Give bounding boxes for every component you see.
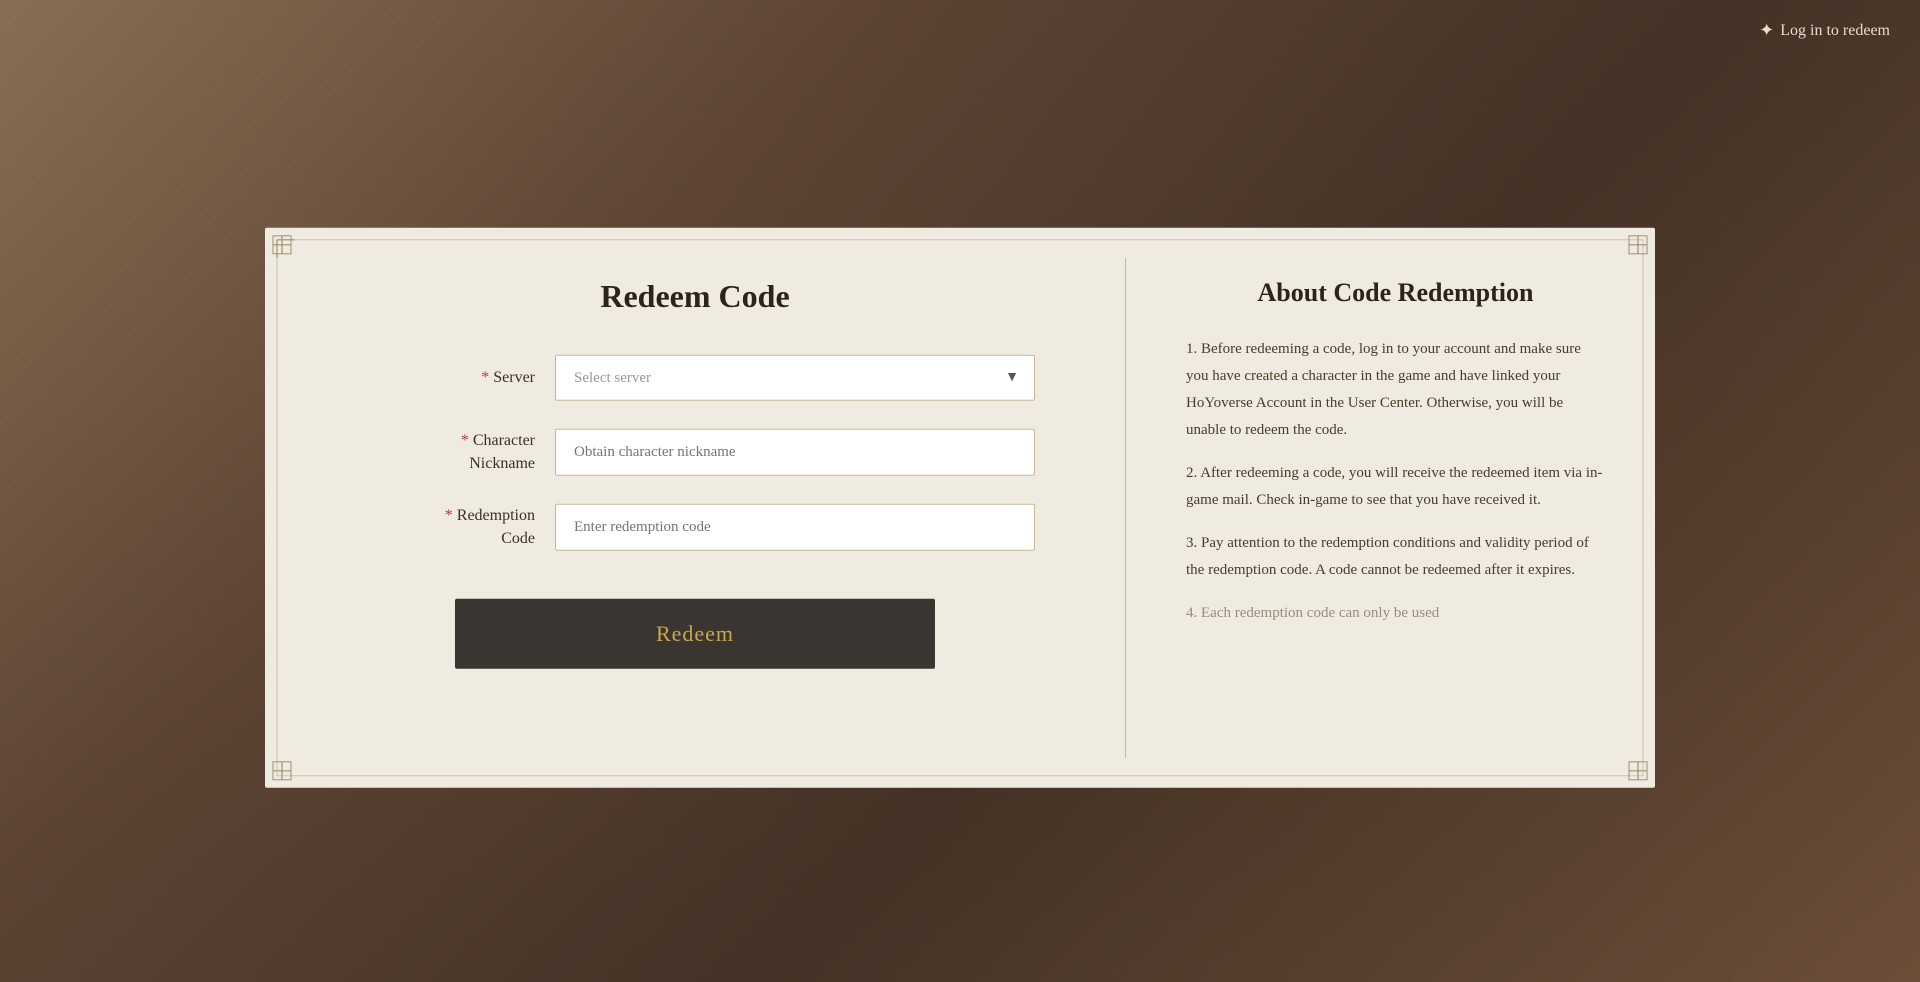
left-panel: Redeem Code *Server Select server ▼	[265, 228, 1125, 788]
redeem-button[interactable]: Redeem	[455, 599, 935, 669]
info-number-2: 2.	[1186, 465, 1197, 481]
info-text-3: Pay attention to the redemption conditio…	[1186, 535, 1589, 578]
main-card: Redeem Code *Server Select server ▼	[265, 228, 1655, 788]
redeem-button-row: Redeem	[355, 579, 1035, 669]
info-item-1: 1. Before redeeming a code, log in to yo…	[1186, 336, 1605, 444]
server-label: *Server	[355, 367, 555, 389]
info-item-3: 3. Pay attention to the redemption condi…	[1186, 530, 1605, 584]
info-number-4: 4.	[1186, 605, 1197, 621]
sparkle-icon: ✦	[1759, 20, 1774, 41]
redemption-code-row: *RedemptionCode	[355, 504, 1035, 551]
nickname-label-text: CharacterNickname	[469, 432, 535, 471]
code-label-text: RedemptionCode	[457, 507, 535, 546]
server-select[interactable]: Select server	[555, 355, 1035, 401]
redemption-code-input[interactable]	[555, 504, 1035, 551]
character-nickname-row: *CharacterNickname	[355, 429, 1035, 476]
page-wrapper: ✦ Log in to redeem	[0, 0, 1920, 982]
info-item-4: 4. Each redemption code can only be used	[1186, 600, 1605, 627]
code-input-wrapper	[555, 504, 1035, 551]
server-input-wrapper: Select server ▼	[555, 355, 1035, 401]
server-required-star: *	[481, 369, 489, 386]
login-label: Log in to redeem	[1780, 22, 1890, 40]
character-nickname-label: *CharacterNickname	[355, 430, 555, 475]
info-number-1: 1.	[1186, 341, 1197, 357]
info-text-1: Before redeeming a code, log in to your …	[1186, 341, 1581, 438]
right-panel-content: 1. Before redeeming a code, log in to yo…	[1186, 336, 1605, 627]
nickname-input-wrapper	[555, 429, 1035, 476]
server-row: *Server Select server ▼	[355, 355, 1035, 401]
info-text-2: After redeeming a code, you will receive…	[1186, 465, 1603, 508]
form-title: Redeem Code	[600, 278, 789, 315]
code-required-star: *	[445, 507, 453, 524]
right-panel-title: About Code Redemption	[1186, 278, 1605, 308]
redemption-code-label: *RedemptionCode	[355, 505, 555, 550]
info-item-2: 2. After redeeming a code, you will rece…	[1186, 460, 1605, 514]
character-nickname-input[interactable]	[555, 429, 1035, 476]
right-panel: About Code Redemption 1. Before redeemin…	[1126, 228, 1655, 788]
nickname-required-star: *	[461, 432, 469, 449]
server-select-wrapper: Select server ▼	[555, 355, 1035, 401]
redeem-form: *Server Select server ▼ *Chara	[355, 355, 1035, 669]
info-number-3: 3.	[1186, 535, 1197, 551]
login-link[interactable]: ✦ Log in to redeem	[1759, 20, 1890, 41]
info-text-4: Each redemption code can only be used	[1201, 605, 1439, 621]
